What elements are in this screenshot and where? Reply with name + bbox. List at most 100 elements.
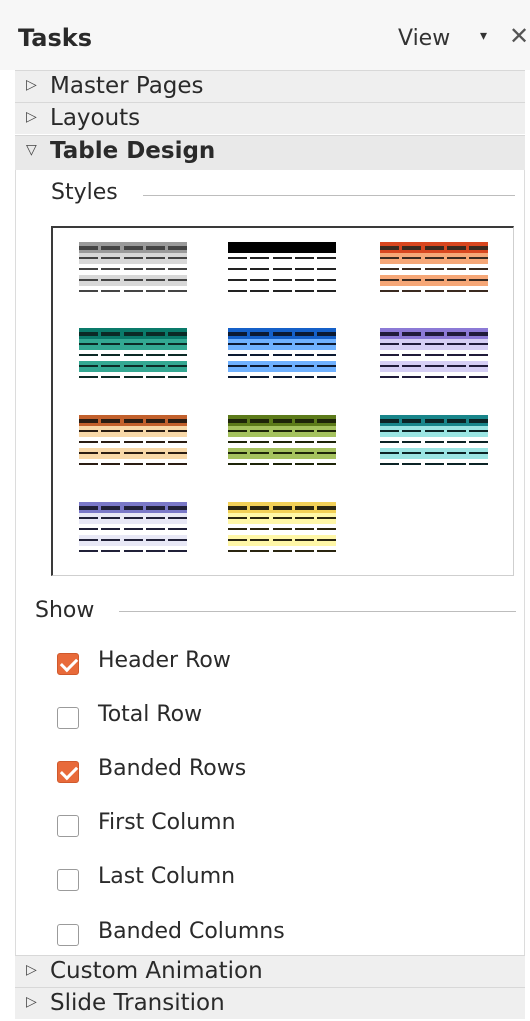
table-style-swatch[interactable] — [380, 328, 488, 386]
section-master-pages[interactable]: ▷ Master Pages — [15, 70, 525, 102]
checkbox-header-row[interactable]: Header Row — [57, 648, 457, 680]
swatch-row-lines — [380, 463, 488, 467]
swatch-cell-line — [272, 463, 292, 465]
checkbox-checked-icon[interactable] — [57, 761, 79, 783]
swatch-cell-line — [272, 279, 292, 281]
swatch-cell-line — [79, 452, 98, 454]
table-style-swatch[interactable] — [228, 328, 336, 386]
swatch-cell-line — [294, 539, 314, 541]
swatch-cell-line — [402, 419, 422, 423]
table-style-swatch[interactable] — [228, 242, 336, 300]
swatch-cell-line — [380, 441, 399, 443]
close-icon[interactable]: ✕ — [509, 22, 529, 50]
swatch-cell-line — [380, 332, 399, 336]
chevron-down-icon[interactable]: ▾ — [480, 28, 487, 44]
swatch-cell-line — [145, 365, 165, 367]
checkbox-unchecked-icon[interactable] — [57, 707, 79, 729]
section-table-design[interactable]: ▽ Table Design — [15, 135, 525, 170]
swatch-cell-line — [168, 517, 187, 519]
checkbox-banded-rows[interactable]: Banded Rows — [57, 756, 457, 788]
swatch-row-lines — [228, 279, 336, 283]
swatch-cell-line — [317, 517, 336, 519]
tasks-panel: Tasks View ▾ ✕ ▷ Master Pages ▷ Layouts … — [0, 0, 530, 1021]
checkbox-first-column[interactable]: First Column — [57, 810, 457, 842]
swatch-cell-line — [402, 452, 422, 454]
swatch-cell-line — [228, 419, 247, 423]
swatch-cell-line — [123, 257, 143, 259]
checkbox-unchecked-icon[interactable] — [57, 924, 79, 946]
swatch-cell-line — [446, 430, 466, 432]
swatch-cell-line — [168, 354, 187, 356]
swatch-row-lines — [228, 268, 336, 272]
section-layouts[interactable]: ▷ Layouts — [15, 102, 525, 134]
swatch-row-lines — [380, 332, 488, 336]
checkbox-label: Total Row — [98, 702, 203, 727]
swatch-cell-line — [469, 430, 488, 432]
swatch-cell-line — [101, 354, 121, 356]
table-style-swatch[interactable] — [228, 502, 336, 560]
section-custom-animation[interactable]: ▷ Custom Animation — [15, 955, 525, 987]
checkbox-label: Last Column — [98, 864, 236, 889]
swatch-row-lines — [79, 279, 187, 283]
swatch-cell-line — [123, 463, 143, 465]
swatch-cell-line — [168, 528, 187, 530]
swatch-cell-line — [317, 332, 336, 336]
swatch-cell-line — [294, 463, 314, 465]
show-divider — [119, 611, 516, 612]
swatch-cell-line — [79, 463, 98, 465]
swatch-cell-line — [250, 441, 270, 443]
swatch-cell-line — [380, 279, 399, 281]
checkbox-banded-columns[interactable]: Banded Columns — [57, 919, 457, 951]
swatch-cell-line — [101, 376, 121, 378]
table-style-swatch[interactable] — [79, 242, 187, 300]
table-style-swatch[interactable] — [79, 502, 187, 560]
swatch-cell-line — [101, 290, 121, 292]
swatch-cell-line — [145, 539, 165, 541]
swatch-cell-line — [317, 343, 336, 345]
view-menu-button[interactable]: View — [398, 26, 450, 51]
section-slide-transition[interactable]: ▷ Slide Transition — [15, 987, 525, 1019]
swatch-cell-line — [294, 550, 314, 552]
swatch-cell-line — [168, 506, 187, 510]
checkbox-unchecked-icon[interactable] — [57, 815, 79, 837]
checkbox-last-column[interactable]: Last Column — [57, 864, 457, 896]
swatch-cell-line — [145, 343, 165, 345]
swatch-cell-line — [424, 354, 444, 356]
swatch-cell-line — [79, 539, 98, 541]
swatch-row-lines — [228, 452, 336, 456]
swatch-row-lines — [79, 430, 187, 434]
swatch-cell-line — [228, 430, 247, 432]
swatch-cell-line — [424, 290, 444, 292]
swatch-cell-line — [380, 452, 399, 454]
swatch-row-lines — [228, 463, 336, 467]
swatch-cell-line — [145, 430, 165, 432]
expand-arrow-icon: ▷ — [26, 962, 37, 978]
table-style-swatch[interactable] — [380, 415, 488, 473]
swatch-cell-line — [123, 517, 143, 519]
swatch-cell-line — [317, 354, 336, 356]
swatch-cell-line — [380, 290, 399, 292]
swatch-cell-line — [272, 539, 292, 541]
swatch-cell-line — [294, 279, 314, 281]
swatch-row-lines — [228, 343, 336, 347]
swatch-cell-line — [424, 365, 444, 367]
swatch-cell-line — [272, 246, 292, 250]
table-style-swatch[interactable] — [228, 415, 336, 473]
swatch-cell-line — [380, 268, 399, 270]
swatch-cell-line — [294, 517, 314, 519]
swatch-row-lines — [380, 343, 488, 347]
table-style-swatch[interactable] — [79, 328, 187, 386]
swatch-row-lines — [228, 365, 336, 369]
swatch-cell-line — [79, 419, 98, 423]
swatch-cell-line — [317, 257, 336, 259]
table-style-swatch[interactable] — [380, 242, 488, 300]
swatch-cell-line — [123, 354, 143, 356]
table-style-swatch[interactable] — [79, 415, 187, 473]
checkbox-checked-icon[interactable] — [57, 653, 79, 675]
styles-divider — [143, 195, 515, 196]
checkbox-unchecked-icon[interactable] — [57, 869, 79, 891]
swatch-cell-line — [250, 463, 270, 465]
swatch-cell-line — [228, 452, 247, 454]
swatch-cell-line — [250, 550, 270, 552]
checkbox-total-row[interactable]: Total Row — [57, 702, 457, 734]
